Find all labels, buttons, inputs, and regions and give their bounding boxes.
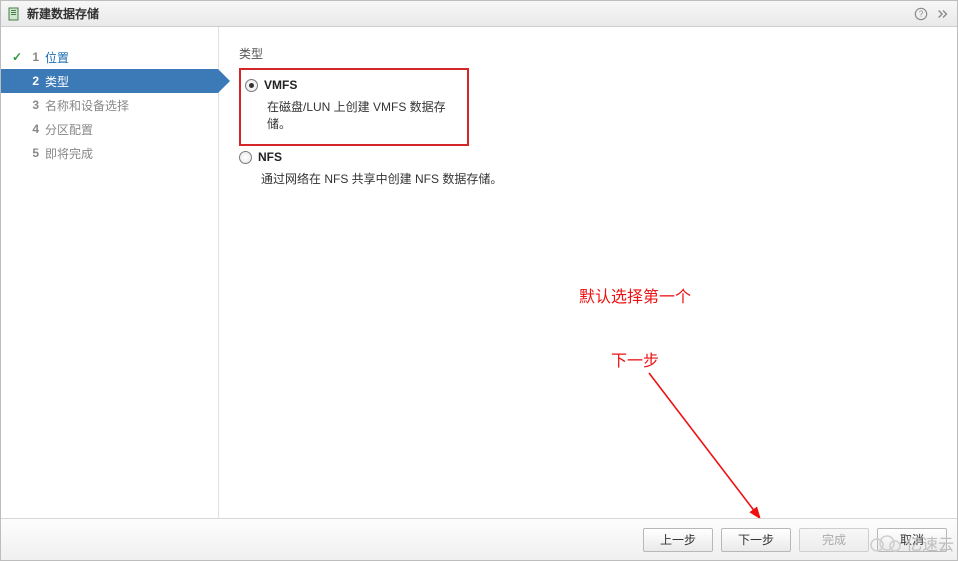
vmfs-highlight-box: VMFS 在磁盘/LUN 上创建 VMFS 数据存储。	[239, 68, 469, 146]
svg-text:?: ?	[919, 9, 924, 18]
radio-nfs[interactable]: NFS	[239, 150, 937, 164]
radio-nfs-desc: 通过网络在 NFS 共享中创建 NFS 数据存储。	[261, 170, 937, 187]
arrow-icon	[639, 367, 779, 518]
title-bar: 新建数据存储 ?	[1, 1, 957, 27]
radio-vmfs-label: VMFS	[264, 78, 297, 92]
back-button[interactable]: 上一步	[643, 528, 713, 552]
step-location[interactable]: ✓ 1 位置	[1, 45, 218, 69]
window-title: 新建数据存储	[27, 5, 99, 22]
section-label: 类型	[239, 45, 937, 62]
annotation-default: 默认选择第一个	[579, 283, 691, 307]
wizard-body: ✓ 1 位置 ✓ 2 类型 ✓ 3 名称和设备选择 ✓ 4 分区配置 ✓ 5	[1, 27, 957, 518]
help-icon[interactable]: ?	[913, 6, 929, 22]
radio-vmfs-desc: 在磁盘/LUN 上创建 VMFS 数据存储。	[267, 98, 457, 132]
finish-button: 完成	[799, 528, 869, 552]
step-type[interactable]: ✓ 2 类型	[1, 69, 218, 93]
radio-nfs-label: NFS	[258, 150, 282, 164]
footer-bar: 上一步 下一步 完成 取消	[1, 518, 957, 560]
step-complete: ✓ 5 即将完成	[1, 141, 218, 165]
radio-icon	[239, 151, 252, 164]
radio-vmfs[interactable]: VMFS	[245, 78, 457, 92]
radio-icon	[245, 79, 258, 92]
main-panel: 类型 VMFS 在磁盘/LUN 上创建 VMFS 数据存储。 NFS 通过网络在…	[219, 27, 957, 518]
step-sidebar: ✓ 1 位置 ✓ 2 类型 ✓ 3 名称和设备选择 ✓ 4 分区配置 ✓ 5	[1, 27, 219, 518]
check-icon: ✓	[9, 50, 25, 64]
step-name-device: ✓ 3 名称和设备选择	[1, 93, 218, 117]
wizard-window: 新建数据存储 ? ✓ 1 位置 ✓ 2 类型	[0, 0, 958, 561]
expand-icon[interactable]	[935, 6, 951, 22]
step-partition: ✓ 4 分区配置	[1, 117, 218, 141]
document-icon	[7, 7, 21, 21]
cancel-button[interactable]: 取消	[877, 528, 947, 552]
next-button[interactable]: 下一步	[721, 528, 791, 552]
